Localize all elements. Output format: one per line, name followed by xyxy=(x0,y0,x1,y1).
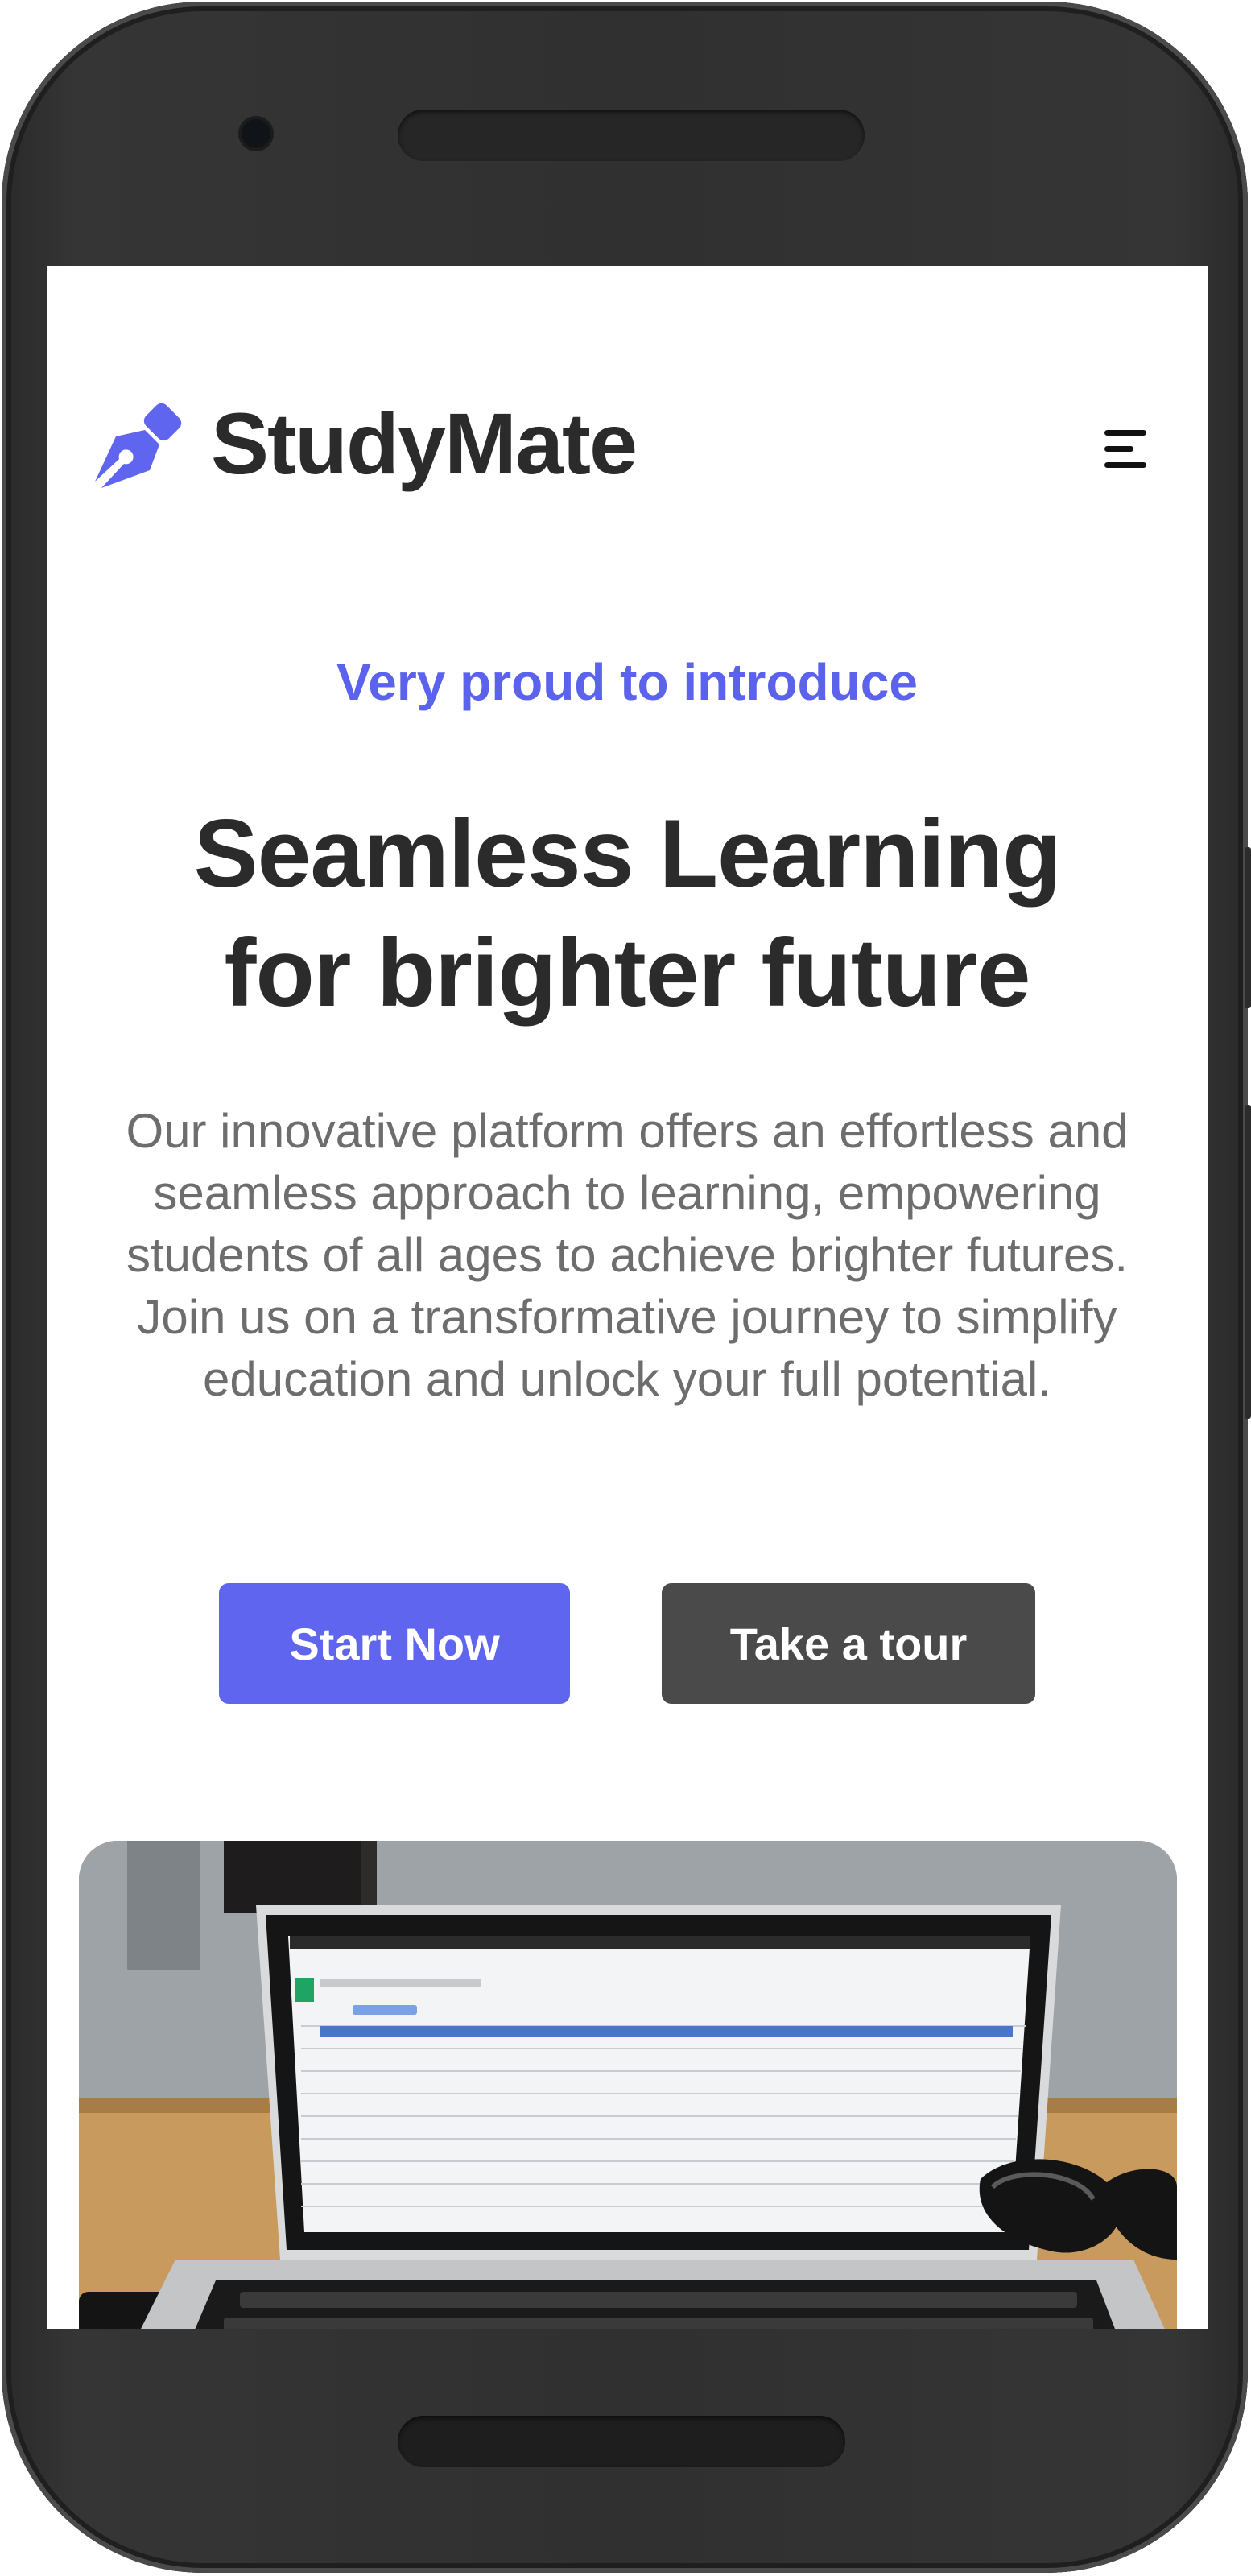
volume-button xyxy=(1245,847,1251,1008)
pen-nib-icon[interactable] xyxy=(93,403,184,493)
hero-description: Our innovative platform offers an effort… xyxy=(126,1104,1129,1406)
hero-headline: Seamless Learning for brighter future xyxy=(95,794,1159,1032)
hamburger-menu-icon[interactable] xyxy=(1100,417,1158,473)
earpiece-speaker xyxy=(398,110,865,161)
hero-image-laptop xyxy=(79,1841,1177,2329)
headline-line-2: for brighter future xyxy=(224,919,1031,1027)
site-header: StudyMate xyxy=(47,266,1208,491)
front-camera xyxy=(242,119,270,148)
menu-line-bottom xyxy=(1104,462,1146,468)
screen: StudyMate Very proud to introduce Seamle… xyxy=(47,266,1208,2329)
laptop-illustration xyxy=(79,1841,1177,2329)
bottom-speaker xyxy=(398,2416,845,2467)
power-button xyxy=(1245,1105,1251,1419)
headline-line-1: Seamless Learning xyxy=(193,800,1062,908)
menu-line-middle xyxy=(1104,446,1133,452)
phone-frame: StudyMate Very proud to introduce Seamle… xyxy=(2,2,1251,2573)
take-a-tour-button[interactable]: Take a tour xyxy=(662,1583,1035,1704)
brand-name[interactable]: StudyMate xyxy=(211,395,638,492)
menu-line-top xyxy=(1104,430,1146,436)
start-now-button[interactable]: Start Now xyxy=(219,1583,570,1704)
hero-eyebrow: Very proud to introduce xyxy=(336,653,918,711)
